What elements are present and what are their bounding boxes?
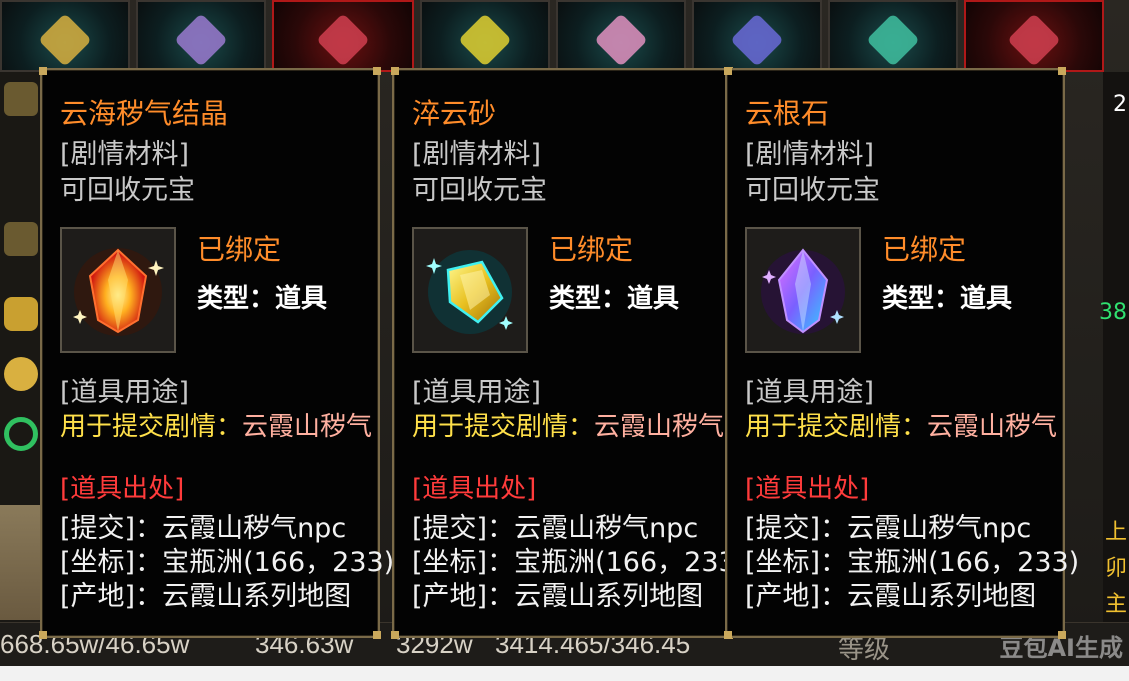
usage-label: 用于提交剧情： — [745, 412, 928, 442]
usage-value: 云霞山秽气 — [242, 412, 373, 442]
usage-value: 云霞山秽气 — [594, 412, 725, 442]
lock-icon[interactable] — [4, 82, 38, 116]
usage-label: 用于提交剧情： — [60, 412, 243, 442]
right-fragment: 上 — [1104, 520, 1127, 545]
gold-coin-icon[interactable] — [4, 357, 38, 391]
item-recycle: 可回收元宝 — [412, 175, 547, 206]
source-header: [道具出处] — [745, 474, 870, 504]
item-category: [剧情材料] — [412, 139, 542, 170]
usage-label: 用于提交剧情： — [412, 412, 595, 442]
usage-header: [道具用途] — [745, 377, 875, 408]
usage-value: 云霞山秽气 — [927, 412, 1058, 442]
source-origin: [产地]：云霞山系列地图 — [745, 581, 1037, 612]
item-type: 类型：道具 — [549, 284, 680, 314]
usage-line: 用于提交剧情：云霞山秽气 — [60, 406, 372, 443]
jade-ring-icon[interactable] — [4, 417, 38, 451]
item-name: 淬云砂 — [412, 97, 497, 130]
item-category: [剧情材料] — [745, 139, 875, 170]
usage-header: [道具用途] — [60, 377, 190, 408]
item-tooltip: 云海秽气结晶 [剧情材料] 可回收元宝 已绑定 类型：道具 [道具用途] 用于提… — [39, 67, 394, 639]
inventory-slot[interactable] — [0, 0, 130, 72]
red-yellow-crystal-icon — [73, 248, 164, 336]
item-type: 类型：道具 — [882, 284, 1013, 314]
item-icon-frame — [60, 227, 176, 353]
inventory-slot[interactable] — [420, 0, 550, 72]
item-icon-frame — [412, 227, 528, 353]
purple-blue-crystal-icon — [761, 248, 845, 334]
inventory-slot[interactable] — [556, 0, 686, 72]
item-name: 云根石 — [745, 97, 830, 130]
item-recycle: 可回收元宝 — [745, 175, 880, 206]
source-header: [道具出处] — [412, 474, 537, 504]
source-origin: [产地]：云霞山系列地图 — [412, 581, 704, 612]
gold-ingot-icon[interactable] — [4, 297, 38, 331]
right-fragment: 2 — [1113, 92, 1127, 117]
inventory-slot[interactable] — [136, 0, 266, 72]
yellow-sand-crystal-icon — [426, 250, 513, 334]
inventory-slot[interactable] — [964, 0, 1104, 72]
item-tooltip: 云根石 [剧情材料] 可回收元宝 已绑定 类型：道具 [道具用途] 用于提交剧情… — [724, 67, 1079, 639]
usage-line: 用于提交剧情：云霞山秽气 — [412, 406, 724, 443]
item-category: [剧情材料] — [60, 139, 190, 170]
usage-header: [道具用途] — [412, 377, 542, 408]
item-icon-frame — [745, 227, 861, 353]
right-fragment: 主 — [1104, 592, 1127, 617]
source-header: [道具出处] — [60, 474, 185, 504]
source-origin: [产地]：云霞山系列地图 — [60, 581, 352, 612]
inventory-slot[interactable] — [828, 0, 958, 72]
inventory-top-row — [0, 0, 1129, 72]
lock-icon[interactable] — [4, 222, 38, 256]
right-fragment: 38 — [1099, 300, 1127, 325]
bottom-margin — [0, 666, 1129, 681]
item-name: 云海秽气结晶 — [60, 97, 229, 130]
right-sidebar: 2 38 上 卯 主 — [1099, 72, 1129, 632]
bound-status: 已绑定 — [549, 233, 634, 266]
bound-status: 已绑定 — [882, 233, 967, 266]
item-tooltip: 淬云砂 [剧情材料] 可回收元宝 已绑定 类型：道具 [道具用途] 用于提交剧情… — [391, 67, 746, 639]
right-fragment: 卯 — [1104, 556, 1127, 581]
usage-line: 用于提交剧情：云霞山秽气 — [745, 406, 1057, 443]
item-recycle: 可回收元宝 — [60, 175, 195, 206]
parchment-panel — [0, 505, 44, 620]
bound-status: 已绑定 — [197, 233, 282, 266]
inventory-slot[interactable] — [692, 0, 822, 72]
inventory-slot[interactable] — [272, 0, 414, 72]
item-type: 类型：道具 — [197, 284, 328, 314]
